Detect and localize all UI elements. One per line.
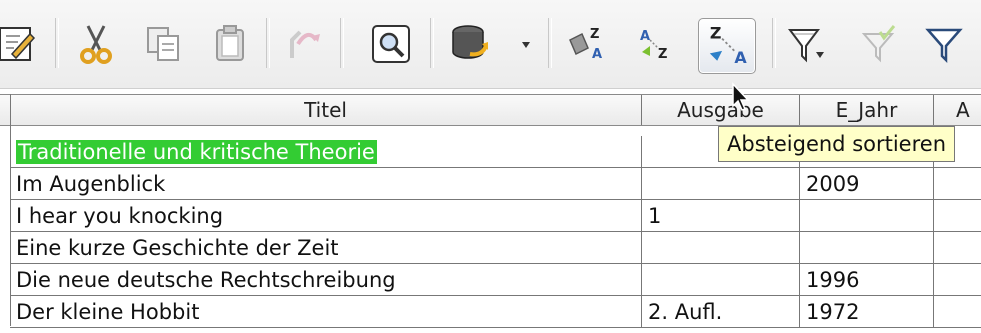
- copy-button[interactable]: [142, 22, 186, 66]
- autofilter-button[interactable]: [786, 22, 830, 66]
- sort-icon: Z A: [569, 27, 602, 62]
- column-header-a[interactable]: A: [934, 95, 981, 125]
- funnel-icon: [788, 29, 824, 63]
- cell-a[interactable]: [934, 264, 981, 296]
- column-header-ausgabe[interactable]: Ausgabe: [642, 95, 800, 125]
- find-record-button[interactable]: [369, 22, 413, 66]
- cell-e-jahr[interactable]: [800, 200, 934, 232]
- cell-titel[interactable]: Der kleine Hobbit: [10, 296, 642, 328]
- toolbar-separator: [430, 18, 434, 68]
- cell-text: Im Augenblick: [16, 172, 166, 196]
- cell-text: Die neue deutsche Rechtschreibung: [16, 268, 396, 292]
- toolbar-separator: [340, 18, 344, 68]
- cell-text: 1972: [806, 300, 860, 324]
- desc-z-glyph: Z: [710, 24, 722, 43]
- undo-button[interactable]: [282, 22, 326, 66]
- table-row[interactable]: Eine kurze Geschichte der Zeit: [0, 232, 981, 264]
- magnifier-icon: [372, 25, 410, 63]
- cell-ausgabe[interactable]: [642, 232, 800, 264]
- funnel-check-icon: [861, 25, 896, 63]
- cell-e-jahr[interactable]: [800, 232, 934, 264]
- cell-text: Traditionelle und kritische Theorie: [16, 140, 377, 164]
- asc-a-glyph: A: [640, 29, 650, 44]
- cell-a[interactable]: [934, 168, 981, 200]
- cell-titel[interactable]: I hear you knocking: [10, 200, 642, 232]
- apply-filter-button[interactable]: [858, 22, 902, 66]
- sort-button[interactable]: Z A: [566, 22, 610, 66]
- cell-titel[interactable]: Im Augenblick: [10, 168, 642, 200]
- chevron-down-icon: [522, 42, 530, 48]
- standard-filter-button[interactable]: [922, 22, 966, 66]
- paste-icon: [216, 25, 244, 61]
- cell-titel[interactable]: Eine kurze Geschichte der Zeit: [10, 232, 642, 264]
- data-source-dropdown[interactable]: [518, 22, 534, 66]
- mouse-cursor-icon: [732, 82, 750, 111]
- edit-icon: [0, 27, 36, 61]
- cell-e-jahr[interactable]: 2009: [800, 168, 934, 200]
- cell-ausgabe[interactable]: 1: [642, 200, 800, 232]
- desc-a-glyph: A: [734, 48, 747, 67]
- table-row[interactable]: Der kleine Hobbit 2. Aufl. 1972: [0, 296, 981, 328]
- funnel-outline-icon: [925, 28, 963, 64]
- sort-ascending-button[interactable]: A Z: [632, 22, 676, 66]
- tooltip: Absteigend sortieren: [718, 126, 956, 162]
- table-row[interactable]: I hear you knocking 1: [0, 200, 981, 232]
- cell-ausgabe[interactable]: 2. Aufl.: [642, 296, 800, 328]
- toolbar-separator: [55, 18, 59, 68]
- cell-ausgabe[interactable]: [642, 168, 800, 200]
- cell-titel[interactable]: Traditionelle und kritische Theorie: [10, 136, 642, 168]
- cell-text: I hear you knocking: [16, 204, 224, 228]
- cell-text: 2. Aufl.: [648, 300, 723, 324]
- sort-z-glyph: Z: [590, 27, 599, 42]
- paste-button[interactable]: [208, 22, 252, 66]
- sort-descending-icon: Z A: [709, 24, 747, 67]
- cell-text: 1: [648, 204, 662, 228]
- scissors-icon: [80, 25, 112, 64]
- cell-e-jahr[interactable]: 1996: [800, 264, 934, 296]
- toolbar-separator: [772, 18, 776, 68]
- cell-titel[interactable]: Die neue deutsche Rechtschreibung: [10, 264, 642, 296]
- cell-ausgabe[interactable]: [642, 264, 800, 296]
- undo-icon: [290, 30, 320, 58]
- data-source-button[interactable]: [448, 22, 492, 66]
- cell-a[interactable]: [934, 296, 981, 328]
- toolbar-separator: [266, 18, 270, 68]
- cell-text: Eine kurze Geschichte der Zeit: [16, 236, 339, 260]
- sort-a-glyph: A: [592, 47, 602, 62]
- copy-icon: [147, 27, 179, 61]
- table-row[interactable]: Im Augenblick 2009: [0, 168, 981, 200]
- database-icon: [452, 25, 488, 59]
- cell-e-jahr[interactable]: 1972: [800, 296, 934, 328]
- asc-z-glyph: Z: [658, 47, 667, 62]
- cell-text: Der kleine Hobbit: [16, 300, 200, 324]
- edit-data-button[interactable]: [0, 22, 38, 66]
- table-row[interactable]: Die neue deutsche Rechtschreibung 1996: [0, 264, 981, 296]
- toolbar: Z A A Z Z A: [0, 0, 981, 89]
- sort-ascending-icon: A Z: [640, 29, 667, 62]
- column-header-e-jahr[interactable]: E_Jahr: [800, 95, 934, 125]
- toolbar-separator: [548, 18, 552, 68]
- sort-descending-button[interactable]: Z A: [698, 18, 756, 74]
- cell-text: 1996: [806, 268, 860, 292]
- cut-button[interactable]: [74, 22, 118, 66]
- cell-text: 2009: [806, 172, 860, 196]
- cell-a[interactable]: [934, 200, 981, 232]
- column-header-titel[interactable]: Titel: [10, 95, 642, 125]
- cell-a[interactable]: [934, 232, 981, 264]
- table-header: Titel Ausgabe E_Jahr A: [0, 94, 981, 126]
